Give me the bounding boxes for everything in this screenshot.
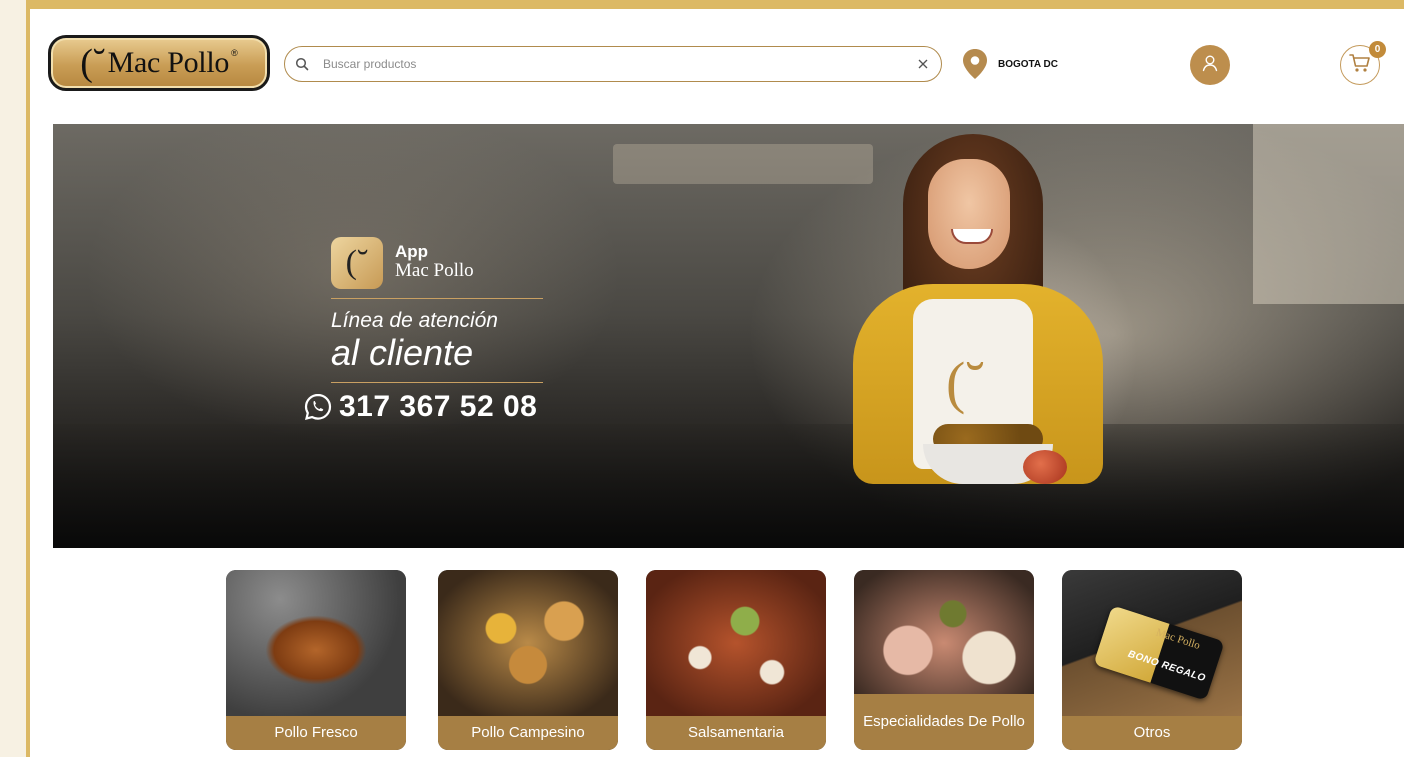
category-image: [438, 570, 618, 716]
category-card-especialidades[interactable]: Especialidades De Pollo: [854, 570, 1034, 750]
location-label: BOGOTA DC: [998, 58, 1058, 70]
divider: [331, 298, 543, 299]
category-card-salsamentaria[interactable]: Salsamentaria: [646, 570, 826, 750]
phone-row: 317 367 52 08: [301, 390, 537, 424]
phone-number: 317 367 52 08: [339, 390, 538, 423]
customer-service-line2: al cliente: [331, 332, 474, 373]
category-label: Pollo Fresco: [226, 716, 406, 750]
category-image: [646, 570, 826, 716]
clear-icon[interactable]: [909, 50, 937, 78]
banner-woman-image: (˘: [833, 134, 1133, 548]
category-image: [226, 570, 406, 716]
app-title: App: [395, 242, 429, 261]
location-pin-icon: [960, 47, 990, 81]
woman-face: [928, 159, 1010, 269]
tomato: [1023, 450, 1067, 484]
search-bar: [284, 46, 942, 82]
banner-background-cabinet: [1253, 124, 1404, 304]
page-frame-left-border: [26, 0, 30, 757]
cart-icon: [1348, 52, 1372, 79]
whatsapp-icon: [301, 390, 335, 424]
customer-service-line1: Línea de atención: [331, 309, 498, 332]
page-frame-top-border: [26, 0, 1404, 9]
page-frame-left: [0, 0, 26, 757]
location-selector[interactable]: BOGOTA DC: [960, 47, 1058, 81]
logo-registered-mark: ®: [231, 48, 238, 58]
gift-card-ribbon: [1093, 605, 1170, 683]
category-label: Salsamentaria: [646, 716, 826, 750]
user-icon: [1200, 53, 1220, 78]
hero-banner[interactable]: (˘ (˘ App Mac Pollo Línea de atención al…: [53, 124, 1404, 548]
logo-text: Mac Pollo: [107, 46, 230, 79]
search-icon: [295, 57, 317, 71]
category-card-otros[interactable]: Mac Pollo BONO REGALO Otros: [1062, 570, 1242, 750]
gift-card-image: Mac Pollo BONO REGALO: [1093, 605, 1225, 701]
category-card-pollo-campesino[interactable]: Pollo Campesino: [438, 570, 618, 750]
banner-counter: [53, 424, 1404, 548]
category-label: Pollo Campesino: [438, 716, 618, 750]
search-input[interactable]: [317, 49, 909, 79]
app-logo-icon: (˘: [345, 244, 369, 281]
mac-pollo-logo[interactable]: (˘ Mac Pollo ®: [48, 35, 270, 91]
category-card-pollo-fresco[interactable]: Pollo Fresco: [226, 570, 406, 750]
app-icon: (˘: [331, 237, 383, 289]
app-subtitle: Mac Pollo: [395, 260, 474, 281]
cart-count-badge: 0: [1369, 41, 1386, 58]
category-label: Especialidades De Pollo: [854, 694, 1034, 750]
category-image: Mac Pollo BONO REGALO: [1062, 570, 1242, 716]
user-account-button[interactable]: [1190, 45, 1230, 85]
divider: [331, 382, 543, 383]
logo-rooster-mark: (˘: [80, 42, 106, 84]
apron-logo: (˘: [946, 350, 985, 415]
category-label: Otros: [1062, 716, 1242, 750]
